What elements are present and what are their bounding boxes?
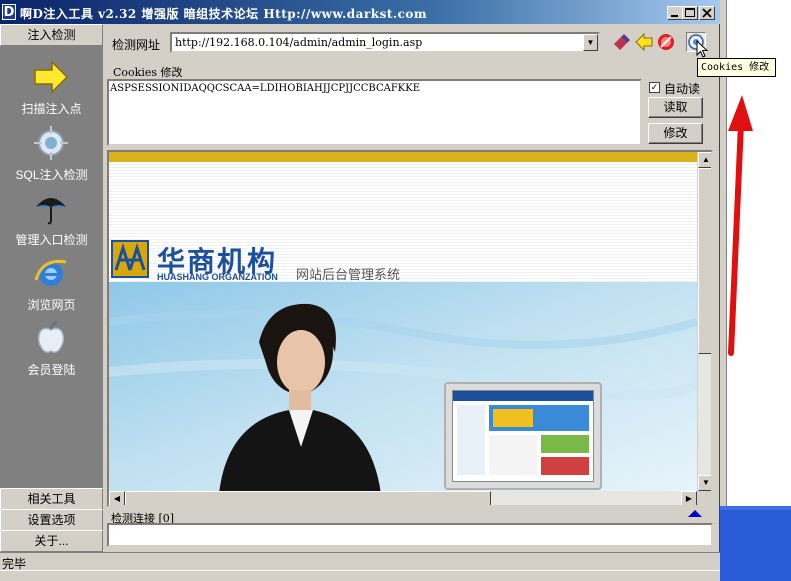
sidebar-item-label: 会员登陆	[27, 363, 76, 377]
sidebar-panel: 扫描注入点 SQL注入检测 管理入口检测 浏览网页 会员登陆	[0, 46, 103, 490]
auto-read-label: 自动读	[664, 82, 701, 96]
main-window: D 啊D注入工具 v2.32 增强版 暗组技术论坛 Http://www.dar…	[0, 0, 720, 581]
horizontal-scrollbar[interactable]: ◀ ▶	[109, 491, 697, 505]
sidebar-item-admin-entry[interactable]: 管理入口检测	[0, 189, 103, 251]
sidebar-header-inject-detect[interactable]: 注入检测	[0, 24, 103, 46]
cookies-label: Cookies 修改	[113, 66, 183, 79]
stop-icon[interactable]	[656, 32, 676, 52]
arrow-right-icon	[34, 60, 69, 94]
title-bar[interactable]: D 啊D注入工具 v2.32 增强版 暗组技术论坛 Http://www.dar…	[0, 0, 720, 24]
sidebar-item-sql-inject[interactable]: SQL注入检测	[0, 124, 103, 186]
maximize-icon[interactable]	[682, 6, 698, 20]
sidebar-item-label: 管理入口检测	[15, 233, 88, 247]
sidebar-item-label: 浏览网页	[27, 298, 76, 312]
status-bar-lower	[0, 570, 720, 581]
back-arrow-icon[interactable]	[634, 32, 654, 52]
scroll-corner	[697, 491, 711, 505]
sidebar-item-label: 扫描注入点	[21, 102, 82, 116]
connection-log[interactable]	[107, 523, 713, 547]
modify-button[interactable]: 修改	[648, 123, 703, 144]
sidebar-item-scan-inject[interactable]: 扫描注入点	[0, 58, 103, 120]
scroll-right-icon[interactable]: ▶	[681, 491, 697, 505]
edit-icon[interactable]	[611, 32, 631, 52]
page-top-bar	[109, 152, 697, 162]
cookies-icon[interactable]	[686, 32, 709, 58]
close-icon[interactable]	[699, 6, 715, 20]
apple-icon	[37, 321, 65, 354]
sidebar-item-browse[interactable]: 浏览网页	[0, 254, 103, 316]
umbrella-icon	[36, 198, 66, 225]
cookies-tooltip: Cookies 修改	[697, 58, 776, 77]
sidebar-settings[interactable]: 设置选项	[0, 509, 103, 531]
site-logo-english: HUASHANG ORGANZATION	[157, 272, 278, 282]
site-subtitle: 网站后台管理系统	[296, 267, 401, 282]
banner-image	[109, 282, 697, 494]
laptop-image	[444, 382, 602, 490]
scroll-down-icon[interactable]: ▼	[698, 475, 711, 491]
scroll-up-icon[interactable]: ▲	[698, 152, 711, 168]
cookies-textarea[interactable]: ASPSESSIONIDAQQCSCAA=LDIHOBIAHJJCPJJCCBC…	[107, 79, 642, 146]
logo-emblem-icon	[111, 240, 149, 278]
ie-browser-icon	[34, 259, 67, 286]
sidebar-related-tools[interactable]: 相关工具	[0, 488, 103, 510]
vertical-scrollbar[interactable]: ▲ ▼	[697, 152, 711, 491]
expand-up-icon[interactable]	[688, 510, 702, 517]
page-header: 华商机构 HUASHANG ORGANZATION 网站后台管理系统	[109, 162, 697, 282]
horizontal-scroll-thumb[interactable]	[125, 491, 491, 505]
mouse-cursor-icon	[696, 40, 709, 58]
sidebar-item-label: SQL注入检测	[15, 168, 88, 182]
status-bar: 完毕	[0, 552, 720, 571]
sidebar-about[interactable]: 关于...	[0, 530, 103, 552]
sidebar-item-member-login[interactable]: 会员登陆	[0, 319, 103, 381]
auto-read-checkbox[interactable]: ✓	[649, 82, 660, 93]
sidebar: 注入检测 扫描注入点 SQL注入检测 管理入口检测 浏览网页 会员登陆 相关工具…	[0, 24, 103, 552]
scroll-left-icon[interactable]: ◀	[109, 491, 125, 505]
chevron-down-icon[interactable]: ▼	[583, 34, 598, 51]
url-combobox[interactable]: http://192.168.0.104/admin/admin_login.a…	[170, 32, 600, 53]
app-icon[interactable]: D	[2, 4, 16, 20]
minimize-icon[interactable]	[667, 6, 683, 20]
target-icon	[34, 126, 68, 160]
vertical-scroll-thumb[interactable]	[698, 168, 711, 354]
window-title: 啊D注入工具 v2.32 增强版 暗组技术论坛 Http://www.darks…	[20, 7, 428, 21]
read-button[interactable]: 读取	[648, 97, 703, 118]
annotation-arrow-icon	[728, 95, 753, 356]
laptop-screen-image	[452, 390, 594, 482]
url-input[interactable]: http://192.168.0.104/admin/admin_login.a…	[175, 36, 422, 49]
taskbar	[720, 510, 791, 581]
banner-person-image	[109, 303, 697, 494]
web-browser-pane[interactable]: 华商机构 HUASHANG ORGANZATION 网站后台管理系统 ▲ ▼ ◀…	[107, 150, 713, 507]
url-label: 检测网址	[112, 38, 161, 52]
